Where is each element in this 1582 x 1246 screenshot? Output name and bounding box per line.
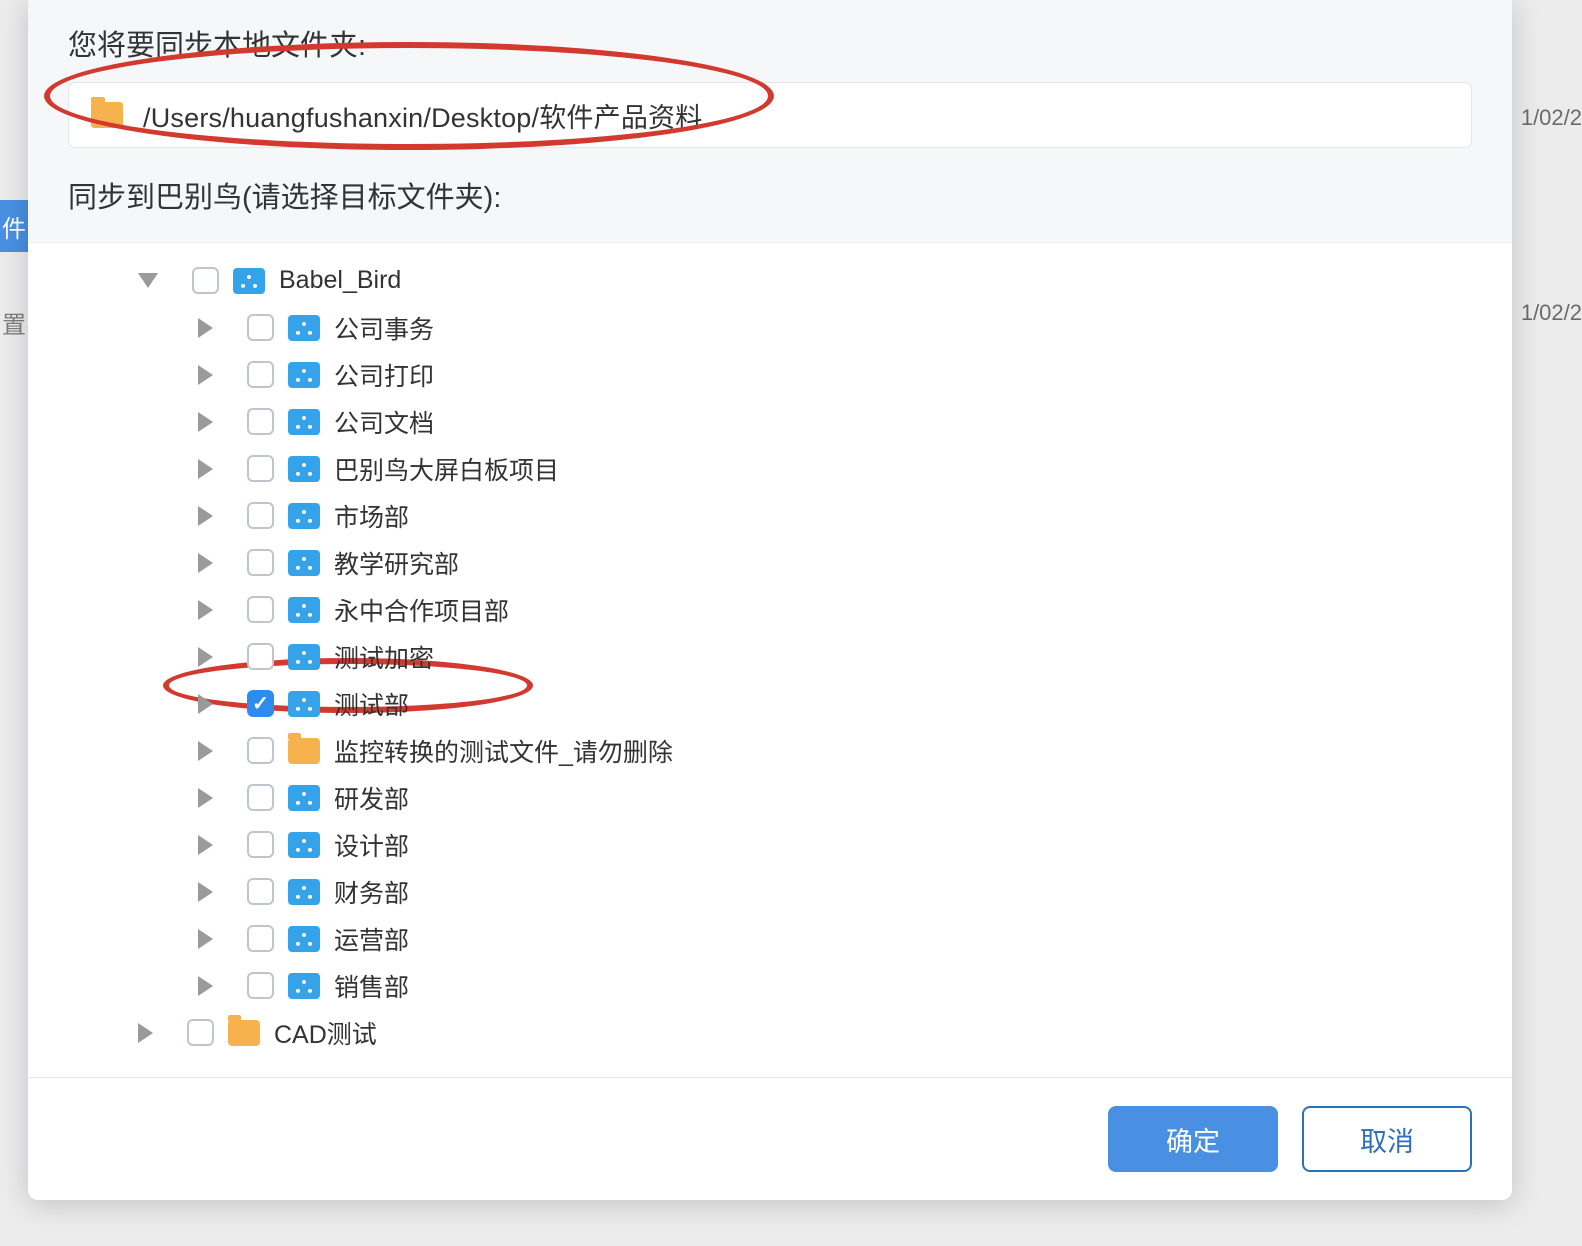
folder-label: CAD测试 [274, 1015, 377, 1051]
target-folder-label: 同步到巴别鸟(请选择目标文件夹): [68, 174, 1472, 216]
disclosure-triangle-icon[interactable] [198, 976, 213, 996]
tree-row[interactable]: 测试加密 [68, 633, 1472, 680]
org-folder-icon [288, 409, 320, 435]
folder-checkbox[interactable] [192, 267, 219, 294]
folder-label: 教学研究部 [334, 545, 459, 581]
org-folder-icon [288, 597, 320, 623]
dialog-header: 您将要同步本地文件夹: /Users/huangfushanxin/Deskto… [28, 0, 1512, 243]
dialog-footer: 确定 取消 [28, 1077, 1512, 1200]
folder-label: 财务部 [334, 874, 409, 910]
disclosure-triangle-icon[interactable] [198, 788, 213, 808]
disclosure-triangle-icon[interactable] [198, 318, 213, 338]
disclosure-triangle-icon[interactable] [138, 1023, 153, 1043]
folder-label: 设计部 [334, 827, 409, 863]
folder-checkbox[interactable] [247, 831, 274, 858]
folder-checkbox[interactable] [187, 1019, 214, 1046]
org-folder-icon [288, 503, 320, 529]
tree-row[interactable]: 公司事务 [68, 304, 1472, 351]
bg-date-text: 1/02/2 [1521, 105, 1582, 131]
sync-dialog: 您将要同步本地文件夹: /Users/huangfushanxin/Deskto… [28, 0, 1512, 1200]
folder-icon [228, 1020, 260, 1046]
folder-checkbox[interactable] [247, 596, 274, 623]
org-folder-icon [288, 362, 320, 388]
tree-row[interactable]: 教学研究部 [68, 539, 1472, 586]
org-folder-icon [233, 268, 265, 294]
tree-row[interactable]: 巴别鸟大屏白板项目 [68, 445, 1472, 492]
folder-checkbox[interactable] [247, 643, 274, 670]
disclosure-triangle-icon[interactable] [198, 459, 213, 479]
disclosure-triangle-icon[interactable] [138, 273, 158, 288]
folder-checkbox[interactable] [247, 737, 274, 764]
org-folder-icon [288, 785, 320, 811]
disclosure-triangle-icon[interactable] [198, 694, 213, 714]
cancel-button[interactable]: 取消 [1302, 1106, 1472, 1172]
folder-label: 测试加密 [334, 639, 434, 675]
folder-checkbox[interactable] [247, 408, 274, 435]
local-path-text: /Users/huangfushanxin/Desktop/软件产品资料 [143, 96, 702, 135]
disclosure-triangle-icon[interactable] [198, 600, 213, 620]
disclosure-triangle-icon[interactable] [198, 929, 213, 949]
confirm-button[interactable]: 确定 [1108, 1106, 1278, 1172]
folder-icon [288, 738, 320, 764]
folder-checkbox[interactable] [247, 361, 274, 388]
tree-row[interactable]: 销售部 [68, 962, 1472, 1009]
org-folder-icon [288, 550, 320, 576]
disclosure-triangle-icon[interactable] [198, 647, 213, 667]
folder-checkbox[interactable] [247, 690, 274, 717]
folder-checkbox[interactable] [247, 784, 274, 811]
bg-left-fragment: 件 置 [0, 200, 28, 348]
local-folder-label: 您将要同步本地文件夹: [68, 22, 1472, 64]
disclosure-triangle-icon[interactable] [198, 412, 213, 432]
org-folder-icon [288, 315, 320, 341]
folder-checkbox[interactable] [247, 878, 274, 905]
disclosure-triangle-icon[interactable] [198, 506, 213, 526]
disclosure-triangle-icon[interactable] [198, 741, 213, 761]
local-path-field[interactable]: /Users/huangfushanxin/Desktop/软件产品资料 [68, 82, 1472, 148]
tree-row[interactable]: 市场部 [68, 492, 1472, 539]
folder-label: 公司文档 [334, 404, 434, 440]
disclosure-triangle-icon[interactable] [198, 882, 213, 902]
folder-label: 永中合作项目部 [334, 592, 509, 628]
folder-checkbox[interactable] [247, 925, 274, 952]
tree-row[interactable]: 永中合作项目部 [68, 586, 1472, 633]
folder-label: 研发部 [334, 780, 409, 816]
tree-row[interactable]: 测试部 [68, 680, 1472, 727]
bg-date-text: 1/02/2 [1521, 300, 1582, 326]
folder-label: 运营部 [334, 921, 409, 957]
folder-label: 市场部 [334, 498, 409, 534]
tree-row[interactable]: 公司文档 [68, 398, 1472, 445]
org-folder-icon [288, 973, 320, 999]
folder-checkbox[interactable] [247, 314, 274, 341]
folder-label: Babel_Bird [279, 266, 401, 295]
folder-label: 销售部 [334, 968, 409, 1004]
disclosure-triangle-icon[interactable] [198, 365, 213, 385]
tree-row[interactable]: 设计部 [68, 821, 1472, 868]
tree-row[interactable]: 监控转换的测试文件_请勿删除 [68, 727, 1472, 774]
org-folder-icon [288, 644, 320, 670]
org-folder-icon [288, 691, 320, 717]
tree-row[interactable]: 研发部 [68, 774, 1472, 821]
tree-row[interactable]: 公司打印 [68, 351, 1472, 398]
org-folder-icon [288, 879, 320, 905]
disclosure-triangle-icon[interactable] [198, 835, 213, 855]
org-folder-icon [288, 926, 320, 952]
tree-row[interactable]: 运营部 [68, 915, 1472, 962]
folder-icon [91, 102, 123, 128]
disclosure-triangle-icon[interactable] [198, 553, 213, 573]
folder-label: 公司打印 [334, 357, 434, 393]
tree-row[interactable]: Babel_Bird [68, 257, 1472, 304]
folder-label: 巴别鸟大屏白板项目 [334, 451, 559, 487]
tree-row[interactable]: CAD测试 [68, 1009, 1472, 1056]
folder-checkbox[interactable] [247, 549, 274, 576]
folder-label: 监控转换的测试文件_请勿删除 [334, 733, 673, 769]
folder-tree: Babel_Bird 公司事务公司打印公司文档巴别鸟大屏白板项目市场部教学研究部永… [28, 243, 1512, 1077]
folder-label: 测试部 [334, 686, 409, 722]
folder-checkbox[interactable] [247, 972, 274, 999]
folder-checkbox[interactable] [247, 502, 274, 529]
folder-checkbox[interactable] [247, 455, 274, 482]
org-folder-icon [288, 832, 320, 858]
org-folder-icon [288, 456, 320, 482]
folder-label: 公司事务 [334, 310, 434, 346]
tree-row[interactable]: 财务部 [68, 868, 1472, 915]
